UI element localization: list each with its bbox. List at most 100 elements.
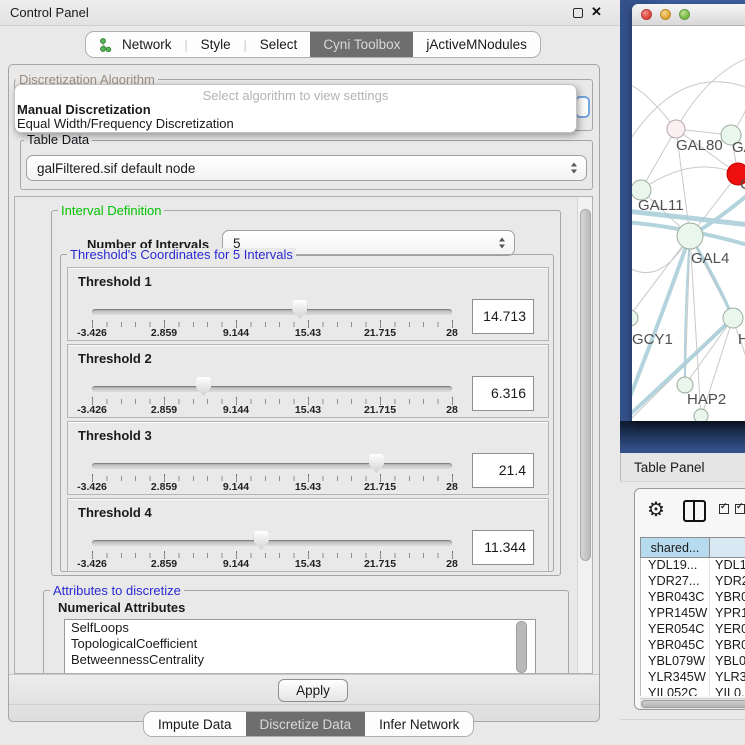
right-region: GAL80GACGAL11GAL4GCY1HHAP2 Table Panel ⚙… xyxy=(620,0,745,745)
table-data-group-title: Table Data xyxy=(24,133,92,146)
numerical-attributes-list[interactable]: SelfLoopsTopologicalCoefficientBetweenne… xyxy=(64,619,536,674)
tab-jactivemnodules[interactable]: jActiveMNodules xyxy=(413,32,540,57)
cell-name[interactable]: YBR0... xyxy=(710,638,745,654)
threshold-slider-thumb[interactable] xyxy=(292,300,307,319)
threshold-slider-track[interactable] xyxy=(92,540,452,546)
threshold-value-field[interactable]: 6.316 xyxy=(472,376,534,411)
cell-name[interactable]: YBL0... xyxy=(710,654,745,670)
zoom-traffic-light-icon[interactable] xyxy=(679,9,690,20)
scrollbar-thumb[interactable] xyxy=(641,700,745,708)
table-row[interactable]: YBR045CYBR0... xyxy=(641,638,745,654)
cell-shared-name[interactable]: YER054C xyxy=(641,622,710,638)
table-body: YDL19...YDL1...YDR27...YDR2...YBR043CYBR… xyxy=(640,558,745,696)
cell-shared-name[interactable]: YBL079W xyxy=(641,654,710,670)
cell-name[interactable]: YLR3... xyxy=(710,670,745,686)
table-row[interactable]: YPR145WYPR1... xyxy=(641,606,745,622)
threshold-slider-track[interactable] xyxy=(92,309,452,315)
tick-label: 28 xyxy=(446,327,458,339)
node-label: HAP2 xyxy=(687,391,726,408)
algorithm-dropdown-popup: Select algorithm to view settings Manual… xyxy=(14,84,577,133)
tab-discretize-data[interactable]: Discretize Data xyxy=(246,712,366,736)
threshold-slider-thumb[interactable] xyxy=(369,454,384,473)
network-node-green[interactable] xyxy=(694,409,708,421)
tab-style[interactable]: Style xyxy=(188,32,244,57)
desktop-shadow xyxy=(620,421,745,453)
cell-shared-name[interactable]: YBR043C xyxy=(641,590,710,606)
algorithm-option-manual[interactable]: Manual Discretization xyxy=(15,103,576,117)
tick-label: 2.859 xyxy=(151,404,177,416)
gear-icon[interactable]: ⚙ xyxy=(647,497,665,522)
close-icon[interactable]: ✕ xyxy=(591,4,602,20)
table-row[interactable]: YLR345WYLR3... xyxy=(641,670,745,686)
cell-name[interactable]: YDL1... xyxy=(710,558,745,574)
close-traffic-light-icon[interactable] xyxy=(641,9,652,20)
threshold-slider-thumb[interactable] xyxy=(254,531,269,550)
column-header-name[interactable]: n... xyxy=(710,538,745,557)
attributes-group: Attributes to discretize Numerical Attri… xyxy=(43,590,569,674)
cell-shared-name[interactable]: YDL19... xyxy=(641,558,710,574)
minimize-traffic-light-icon[interactable] xyxy=(660,9,671,20)
threshold-value-field[interactable]: 21.4 xyxy=(472,453,534,488)
network-node-pink[interactable] xyxy=(667,120,685,138)
cell-name[interactable]: YDR2... xyxy=(710,574,745,590)
table-data-combobox[interactable]: galFiltered.sif default node xyxy=(26,155,587,181)
threshold-panel-2: Threshold 2-3.4262.8599.14415.4321.71528… xyxy=(67,344,549,418)
divider xyxy=(620,719,745,720)
attribute-list-item[interactable]: SelfLoops xyxy=(65,620,535,636)
cell-name[interactable]: YBR0... xyxy=(710,590,745,606)
threshold-slider-track[interactable] xyxy=(92,463,452,469)
table-row[interactable]: YBL079WYBL0... xyxy=(641,654,745,670)
attribute-list-item[interactable]: TopologicalCoefficient xyxy=(65,636,535,652)
apply-button-strip: Apply xyxy=(9,674,599,705)
node-label: GAL11 xyxy=(638,197,684,214)
threshold-slider-thumb[interactable] xyxy=(196,377,211,396)
table-row[interactable]: YDR27...YDR2... xyxy=(641,574,745,590)
attribute-list-scrollbar[interactable] xyxy=(516,621,527,673)
cell-shared-name[interactable]: YIL052C xyxy=(641,686,710,696)
tab-infer-network[interactable]: Infer Network xyxy=(365,712,473,736)
threshold-slider-track[interactable] xyxy=(92,386,452,392)
cell-shared-name[interactable]: YPR145W xyxy=(641,606,710,622)
tab-select[interactable]: Select xyxy=(247,32,311,57)
tab-label: Network xyxy=(122,37,172,52)
threshold-value-field[interactable]: 14.713 xyxy=(472,299,534,334)
tick-label: 28 xyxy=(446,481,458,493)
checkbox-icon[interactable] xyxy=(735,504,745,514)
network-view-window[interactable]: GAL80GACGAL11GAL4GCY1HHAP2 xyxy=(632,4,745,421)
checkbox-icon[interactable] xyxy=(719,504,729,514)
cell-shared-name[interactable]: YDR27... xyxy=(641,574,710,590)
table-row[interactable]: YBR043CYBR0... xyxy=(641,590,745,606)
cell-name[interactable]: YPR1... xyxy=(710,606,745,622)
apply-button[interactable]: Apply xyxy=(278,679,348,702)
table-row[interactable]: YIL052CYIL0... xyxy=(641,686,745,696)
table-row[interactable]: YDL19...YDL1... xyxy=(641,558,745,574)
attribute-list-item[interactable]: BetweennessCentrality xyxy=(65,652,535,668)
tick-label: 2.859 xyxy=(151,558,177,570)
cell-name[interactable]: YIL0... xyxy=(710,686,745,696)
cell-shared-name[interactable]: YBR045C xyxy=(641,638,710,654)
cell-name[interactable]: YER0... xyxy=(710,622,745,638)
scrollbar-thumb[interactable] xyxy=(580,209,591,561)
network-node-green[interactable] xyxy=(632,310,638,326)
network-node-green[interactable] xyxy=(723,308,743,328)
table-horizontal-scrollbar[interactable] xyxy=(640,698,745,709)
split-columns-icon[interactable] xyxy=(683,500,706,522)
application-window: Control Panel ✕ Network|Style|SelectCyni… xyxy=(0,0,745,745)
attributes-group-title: Attributes to discretize xyxy=(50,584,184,597)
tab-network[interactable]: Network xyxy=(86,32,185,57)
cyni-mode-tab-bar: Impute DataDiscretize DataInfer Network xyxy=(143,711,474,737)
float-window-icon[interactable] xyxy=(573,8,583,18)
algorithm-combobox[interactable] xyxy=(575,96,590,118)
table-row[interactable]: YER054CYER0... xyxy=(641,622,745,638)
threshold-value-field[interactable]: 11.344 xyxy=(472,530,534,565)
algorithm-option-equal-width[interactable]: Equal Width/Frequency Discretization xyxy=(15,117,576,131)
cell-shared-name[interactable]: YLR345W xyxy=(641,670,710,686)
network-canvas[interactable]: GAL80GACGAL11GAL4GCY1HHAP2 xyxy=(632,26,745,421)
column-header-shared-name[interactable]: shared... xyxy=(641,538,710,557)
settings-vertical-scrollbar[interactable] xyxy=(577,197,592,673)
network-node-green[interactable] xyxy=(677,223,703,249)
algorithm-hint-item[interactable]: Select algorithm to view settings xyxy=(15,88,576,103)
tab-impute-data[interactable]: Impute Data xyxy=(144,712,246,736)
table-panel-titlebar: Table Panel xyxy=(620,453,745,482)
tab-cyni-toolbox[interactable]: Cyni Toolbox xyxy=(310,32,413,57)
